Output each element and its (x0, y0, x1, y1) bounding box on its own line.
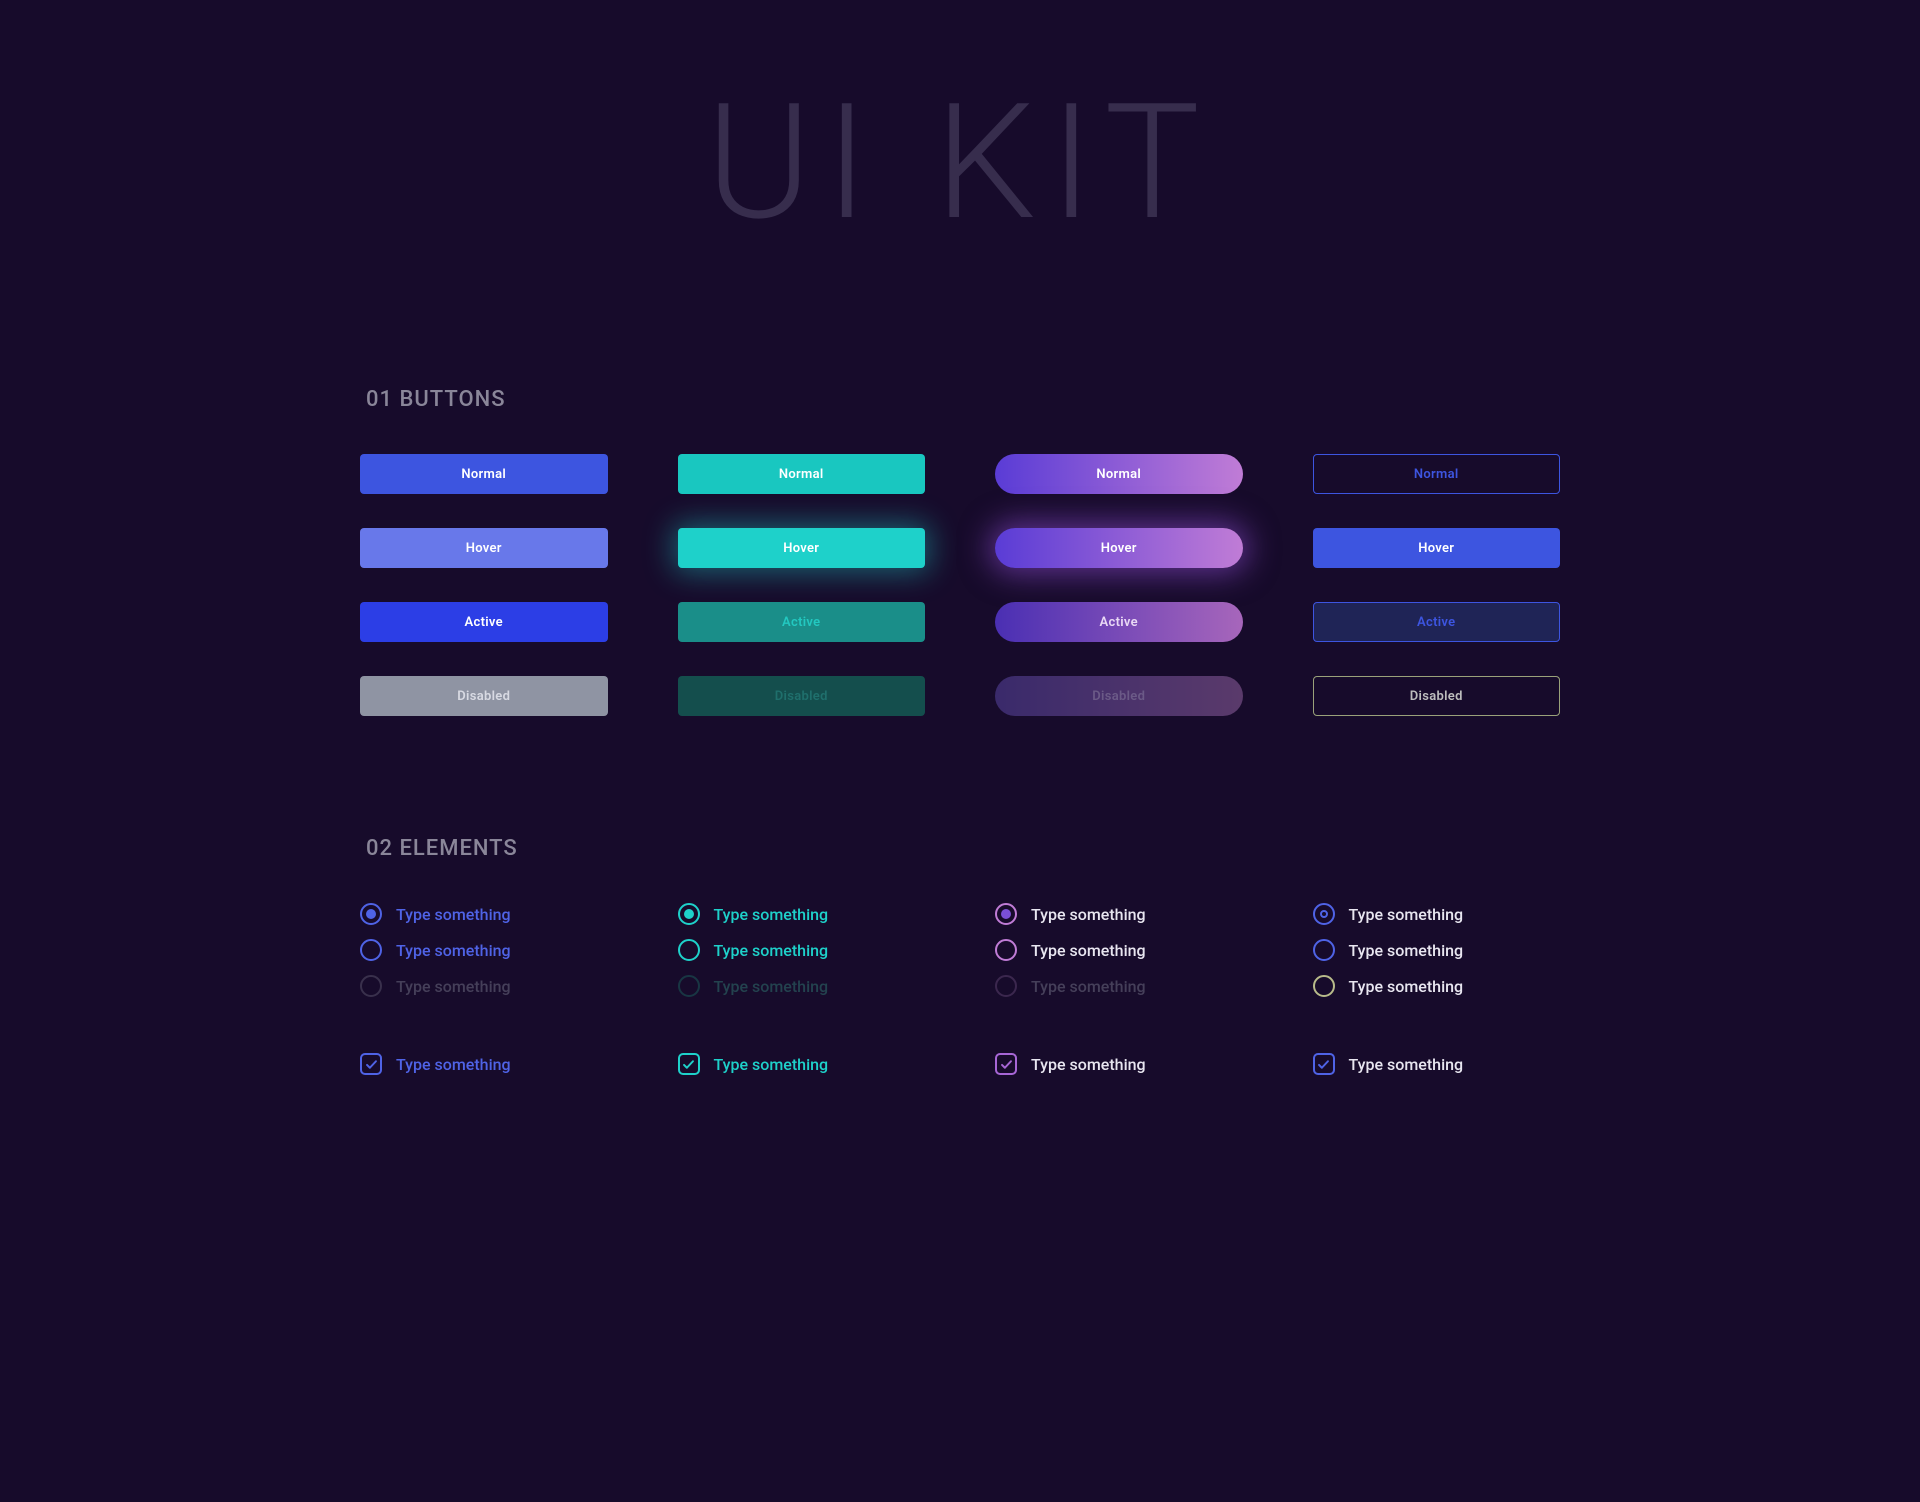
button-solid-blue-normal[interactable]: Normal (360, 454, 608, 494)
checkbox-icon (1313, 1053, 1335, 1075)
radio-label: Type something (1031, 905, 1146, 924)
radio-outline-unselected[interactable]: Type something (1313, 939, 1561, 961)
radio-label: Type something (714, 905, 829, 924)
button-solid-teal-disabled: Disabled (678, 676, 926, 716)
radio-icon (1313, 903, 1335, 925)
button-solid-blue-hover[interactable]: Hover (360, 528, 608, 568)
radio-teal-disabled: Type something (678, 975, 926, 997)
radio-label: Type something (1031, 977, 1146, 996)
button-solid-teal-normal[interactable]: Normal (678, 454, 926, 494)
checkbox-label: Type something (1031, 1055, 1146, 1074)
checkbox-purple-checked[interactable]: Type something (995, 1053, 1243, 1075)
button-solid-teal-hover[interactable]: Hover (678, 528, 926, 568)
button-outline-normal[interactable]: Normal (1313, 454, 1561, 494)
radio-icon (360, 975, 382, 997)
radio-label: Type something (396, 905, 511, 924)
radio-icon (1313, 939, 1335, 961)
radio-label: Type something (1349, 941, 1464, 960)
radio-blue-unselected[interactable]: Type something (360, 939, 608, 961)
radio-icon (678, 903, 700, 925)
button-solid-teal-active[interactable]: Active (678, 602, 926, 642)
radio-blue-disabled: Type something (360, 975, 608, 997)
button-solid-blue-active[interactable]: Active (360, 602, 608, 642)
elements-grid: Type something Type something Type somet… (360, 903, 1560, 1075)
button-outline-hover[interactable]: Hover (1313, 528, 1561, 568)
radio-teal-unselected[interactable]: Type something (678, 939, 926, 961)
elements-col-purple: Type something Type something Type somet… (995, 903, 1243, 1075)
checkbox-label: Type something (1349, 1055, 1464, 1074)
radio-icon (360, 903, 382, 925)
radio-icon (678, 939, 700, 961)
button-outline-disabled: Disabled (1313, 676, 1561, 716)
radio-icon (678, 975, 700, 997)
radio-purple-selected[interactable]: Type something (995, 903, 1243, 925)
elements-col-teal: Type something Type something Type somet… (678, 903, 926, 1075)
radio-label: Type something (396, 941, 511, 960)
button-gradient-pill-hover[interactable]: Hover (995, 528, 1243, 568)
radio-icon (995, 939, 1017, 961)
section-title-buttons: 01 BUTTONS (366, 387, 1560, 412)
radio-label: Type something (1349, 977, 1464, 996)
radio-blue-selected[interactable]: Type something (360, 903, 608, 925)
elements-col-outline: Type something Type something Type somet… (1313, 903, 1561, 1075)
radio-label: Type something (396, 977, 511, 996)
radio-purple-disabled: Type something (995, 975, 1243, 997)
buttons-grid: Normal Normal Normal Normal Hover Hover … (360, 454, 1560, 716)
button-outline-active[interactable]: Active (1313, 602, 1561, 642)
radio-label: Type something (714, 941, 829, 960)
radio-outline-alt[interactable]: Type something (1313, 975, 1561, 997)
button-gradient-pill-normal[interactable]: Normal (995, 454, 1243, 494)
radio-icon (995, 903, 1017, 925)
button-gradient-pill-disabled: Disabled (995, 676, 1243, 716)
radio-icon (1313, 975, 1335, 997)
checkbox-blue-checked[interactable]: Type something (360, 1053, 608, 1075)
checkbox-teal-checked[interactable]: Type something (678, 1053, 926, 1075)
page-title: UI KIT (360, 0, 1560, 387)
radio-icon (995, 975, 1017, 997)
radio-label: Type something (1349, 905, 1464, 924)
checkbox-label: Type something (714, 1055, 829, 1074)
elements-col-blue: Type something Type something Type somet… (360, 903, 608, 1075)
section-title-elements: 02 ELEMENTS (366, 836, 1560, 861)
button-solid-blue-disabled: Disabled (360, 676, 608, 716)
checkbox-icon (360, 1053, 382, 1075)
button-gradient-pill-active[interactable]: Active (995, 602, 1243, 642)
checkbox-outline-checked[interactable]: Type something (1313, 1053, 1561, 1075)
radio-teal-selected[interactable]: Type something (678, 903, 926, 925)
radio-icon (360, 939, 382, 961)
radio-label: Type something (714, 977, 829, 996)
checkbox-icon (678, 1053, 700, 1075)
radio-outline-selected[interactable]: Type something (1313, 903, 1561, 925)
checkbox-label: Type something (396, 1055, 511, 1074)
checkbox-icon (995, 1053, 1017, 1075)
radio-purple-unselected[interactable]: Type something (995, 939, 1243, 961)
radio-label: Type something (1031, 941, 1146, 960)
